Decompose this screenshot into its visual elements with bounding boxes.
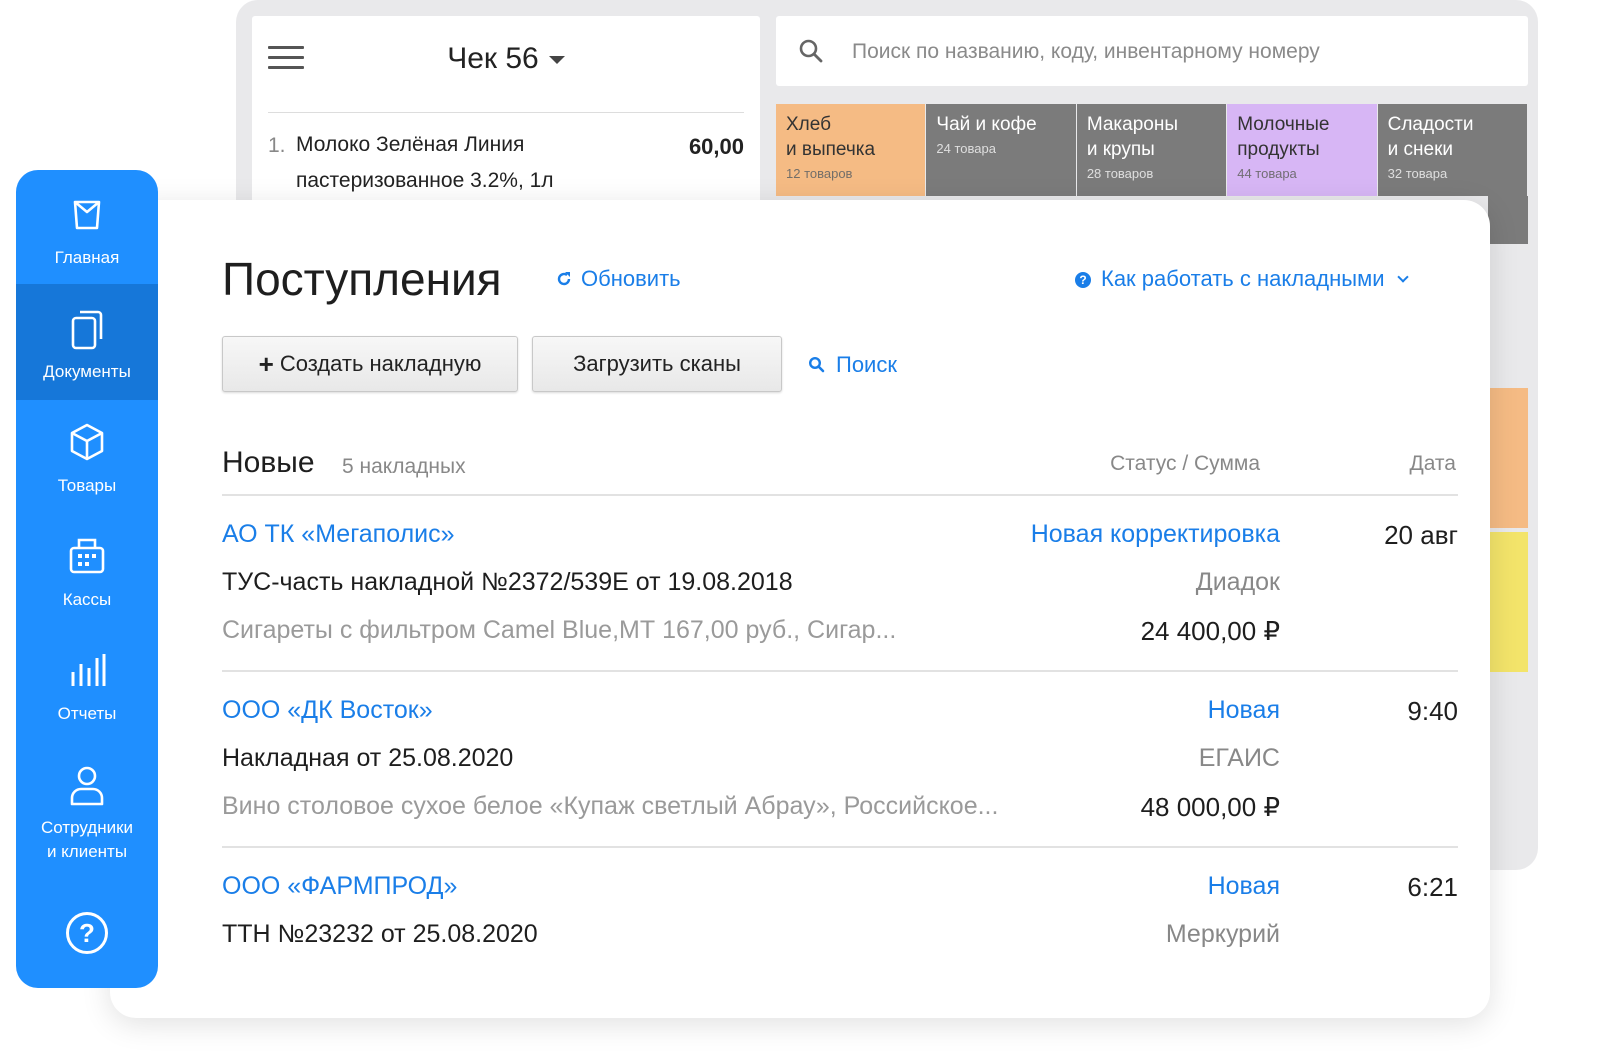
- category-tile[interactable]: Молочные продукты 44 товара: [1227, 104, 1377, 196]
- sidebar-item-label: Отчеты: [57, 704, 117, 723]
- box-icon: [70, 423, 104, 461]
- sidebar-item-label: Товары: [57, 476, 117, 495]
- divider: [222, 846, 1458, 848]
- document-title: ТУС-часть накладной №2372/539Е от 19.08.…: [222, 568, 793, 596]
- sidebar-item-home[interactable]: Главная: [16, 170, 158, 286]
- chevron-down-icon: [1396, 271, 1409, 283]
- column-header-date: Дата: [1409, 452, 1456, 475]
- help-icon[interactable]: ?: [66, 912, 108, 954]
- sidebar-item-label: Кассы: [62, 590, 112, 609]
- upload-scans-button[interactable]: Загрузить сканы: [532, 336, 782, 392]
- invoice-sum: 24 400,00 ₽: [1140, 616, 1280, 646]
- search-icon: [808, 356, 825, 373]
- receipt-item-number: 1.: [268, 134, 286, 157]
- supplier-link[interactable]: АО ТК «Мегаполис»: [222, 520, 455, 549]
- check-title[interactable]: Чек 56: [252, 42, 760, 76]
- category-count: 44 товара: [1237, 166, 1297, 181]
- person-icon: [70, 766, 104, 806]
- document-source: Диадок: [1195, 568, 1280, 596]
- category-name: Хлеб и выпечка: [786, 114, 876, 160]
- category-strip-yellow: [1488, 532, 1528, 672]
- document-title: ТТН №23232 от 25.08.2020: [222, 920, 538, 948]
- sidebar: Главная Документы Товары Кассы Отчеты Со…: [16, 170, 158, 988]
- list-title: Новые: [222, 446, 315, 479]
- category-tile[interactable]: Чай и кофе 24 товара: [926, 104, 1076, 196]
- howto-link[interactable]: ? Как работать с накладными: [1075, 266, 1409, 292]
- category-name: Чай и кофе: [936, 114, 1037, 135]
- invoice-date: 6:21: [1407, 872, 1458, 902]
- sidebar-item-reports[interactable]: Отчеты: [16, 626, 158, 742]
- register-icon: [69, 538, 105, 574]
- invoice-date: 20 авг: [1384, 520, 1458, 550]
- category-count: 24 товара: [936, 141, 996, 156]
- document-title: Накладная от 25.08.2020: [222, 744, 514, 772]
- sidebar-item-documents[interactable]: Документы: [16, 284, 158, 400]
- search-icon: [799, 39, 823, 63]
- category-name: Молочные продукты: [1237, 114, 1330, 160]
- invoice-sum: 48 000,00 ₽: [1140, 792, 1280, 822]
- caret-down-icon: [548, 56, 565, 65]
- refresh-icon: [557, 272, 571, 286]
- supplier-link[interactable]: ООО «ДК Восток»: [222, 696, 433, 725]
- receipt-item-price: 60,00: [688, 134, 744, 159]
- list-count: 5 накладных: [342, 455, 466, 478]
- create-invoice-button[interactable]: + Создать накладную: [222, 336, 518, 392]
- category-tile[interactable]: Хлеб и выпечка 12 товаров: [776, 104, 926, 196]
- search-placeholder: Поиск по названию, коду, инвентарному но…: [852, 40, 1320, 63]
- plus-icon: +: [258, 349, 274, 379]
- sidebar-item-registers[interactable]: Кассы: [16, 512, 158, 628]
- divider: [222, 670, 1458, 672]
- sidebar-item-products[interactable]: Товары: [16, 398, 158, 514]
- divider: [268, 112, 744, 113]
- items-preview: Вино столовое сухое белое «Купаж светлый…: [222, 792, 999, 820]
- sidebar-item-staff-clients[interactable]: Сотрудники и клиенты: [16, 740, 158, 880]
- bag-icon: [73, 200, 101, 230]
- refresh-link[interactable]: Обновить: [555, 266, 681, 292]
- help-circle-icon: ?: [1075, 272, 1091, 288]
- status-label[interactable]: Новая: [1208, 696, 1280, 725]
- sidebar-item-label: Главная: [54, 248, 120, 267]
- column-header-status: Статус / Сумма: [1110, 452, 1260, 475]
- document-source: Меркурий: [1165, 920, 1280, 948]
- document-source: ЕГАИС: [1198, 744, 1280, 772]
- category-tiles: Хлеб и выпечка 12 товаров Чай и кофе 24 тов…: [776, 104, 1528, 196]
- divider: [222, 494, 1458, 496]
- search-link[interactable]: Поиск: [808, 352, 897, 378]
- product-search[interactable]: Поиск по названию, коду, инвентарному но…: [776, 16, 1528, 86]
- category-count: 28 товаров: [1086, 166, 1154, 181]
- category-strip-orange: [1488, 388, 1528, 528]
- category-tile[interactable]: Макароны и крупы 28 товаров: [1076, 104, 1227, 196]
- supplier-link[interactable]: ООО «ФАРМПРОД»: [222, 872, 457, 901]
- category-name: Макароны и крупы: [1086, 114, 1178, 160]
- status-label[interactable]: Новая: [1208, 872, 1280, 901]
- invoice-date: 9:40: [1407, 696, 1458, 726]
- category-count: 12 товаров: [786, 166, 853, 181]
- category-name: Сладости и снеки: [1387, 114, 1474, 160]
- documents-icon: [71, 310, 103, 350]
- status-label[interactable]: Новая корректировка: [1031, 520, 1280, 549]
- category-strip-gray: [1488, 196, 1528, 244]
- category-count: 32 товара: [1387, 166, 1448, 181]
- sidebar-item-label: Сотрудники и клиенты: [40, 818, 134, 861]
- bar-chart-icon: [71, 654, 106, 686]
- receipt-panel: Чек 56 1. Молоко Зелёная Линия пастеризо…: [252, 16, 760, 226]
- page-title: Поступления: [222, 253, 502, 305]
- category-tile[interactable]: Сладости и снеки 32 товара: [1377, 104, 1528, 196]
- receipt-item-name[interactable]: Молоко Зелёная Линия пастеризованное 3.2…: [296, 127, 636, 199]
- sidebar-item-label: Документы: [43, 362, 131, 381]
- items-preview: Сигареты с фильтром Camel Blue,МТ 167,00…: [222, 616, 897, 644]
